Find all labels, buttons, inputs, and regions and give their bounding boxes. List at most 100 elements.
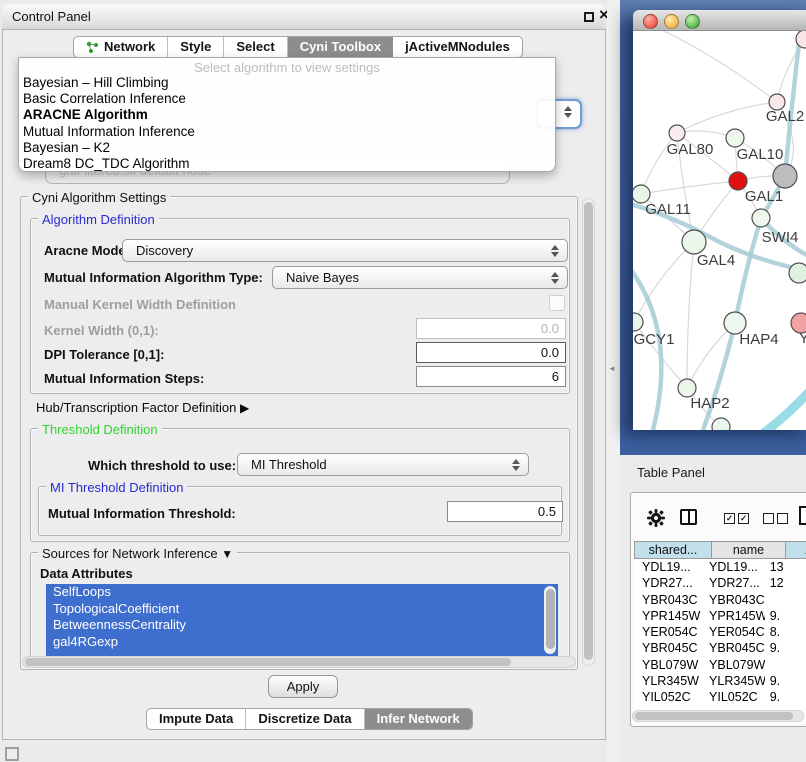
network-node[interactable] <box>669 125 685 141</box>
tab-impute-data[interactable]: Impute Data <box>147 709 246 729</box>
network-edge <box>758 381 806 430</box>
table-cell: YDR27... <box>634 575 701 591</box>
apply-button[interactable]: Apply <box>268 675 338 698</box>
tab-infer-network[interactable]: Infer Network <box>365 709 472 729</box>
tab-select[interactable]: Select <box>224 37 287 57</box>
algorithm-option[interactable]: Bayesian – K2 <box>19 140 555 156</box>
table-row[interactable]: YIL052CYIL052C9. <box>634 689 806 705</box>
network-node-label: Y <box>799 330 806 347</box>
table-cell: YDL19... <box>634 559 701 575</box>
tab-network[interactable]: Network <box>74 37 168 57</box>
aracne-mode-combo[interactable]: Discovery <box>122 239 568 262</box>
algorithm-option[interactable]: Basic Correlation Inference <box>19 91 555 107</box>
network-node[interactable] <box>633 313 643 331</box>
table-cell: YBR043C <box>634 592 701 608</box>
table-cell: 9. <box>765 608 806 624</box>
network-canvas[interactable]: GAL2GAL80GAL10GAL1GAL11SWI4GAL4GCY1HAP4Y… <box>633 31 806 430</box>
table-column-header[interactable]: name <box>712 541 786 559</box>
attribute-list-item[interactable]: BetweennessCentrality <box>46 617 558 634</box>
which-threshold-combo[interactable]: MI Threshold <box>237 453 529 476</box>
table-row[interactable]: YER054CYER054C8. <box>634 624 806 640</box>
hub-definition-expander[interactable]: Hub/Transcription Factor Definition ▶ <box>36 400 249 415</box>
control-panel-titlebar <box>2 4 606 30</box>
settings-hscroll-thumb[interactable] <box>25 658 511 666</box>
mi-threshold-group-title: MI Threshold Definition <box>46 480 187 495</box>
network-node[interactable] <box>726 129 744 147</box>
table-row[interactable]: YBR045CYBR045C9. <box>634 640 806 656</box>
bottom-corner-icon[interactable] <box>5 747 19 761</box>
export-table-icon[interactable] <box>799 506 806 525</box>
mi-algorithm-type-combo[interactable]: Naive Bayes <box>272 266 568 289</box>
algorithm-option[interactable]: Bayesian – Hill Climbing <box>19 75 555 91</box>
table-cell: YBR045C <box>701 640 765 656</box>
settings-vertical-scrollbar[interactable] <box>582 198 595 666</box>
network-node-label: HAP4 <box>739 331 778 348</box>
panel-splitter[interactable] <box>607 0 620 762</box>
mi-threshold-field[interactable]: 0.5 <box>447 501 563 522</box>
table-column-header[interactable]: A <box>786 541 806 559</box>
settings-vscroll-thumb[interactable] <box>584 202 593 660</box>
aracne-mode-value: Discovery <box>136 243 193 258</box>
control-panel-tabs: Network Style Select Cyni Toolbox jActiv… <box>73 36 523 58</box>
tab-jactivemnodules[interactable]: jActiveMNodules <box>393 37 522 57</box>
attribute-list-item[interactable]: SelfLoops <box>46 584 558 601</box>
checked-box-icon: ✓ <box>738 513 749 524</box>
sources-group-title[interactable]: Sources for Network Inference ▼ <box>38 546 237 561</box>
table-cell: YDL19... <box>701 559 765 575</box>
tab-style[interactable]: Style <box>168 37 224 57</box>
algorithm-option[interactable]: Dream8 DC_TDC Algorithm <box>19 156 555 172</box>
unchecked-box-icon <box>763 513 774 524</box>
network-node[interactable] <box>712 418 730 430</box>
network-node[interactable] <box>682 230 706 254</box>
combo-stepper-icon <box>512 458 520 472</box>
network-window-titlebar[interactable] <box>633 10 806 31</box>
zoom-traffic-light-icon[interactable] <box>685 14 700 29</box>
network-node[interactable] <box>773 164 797 188</box>
select-all-columns-icon[interactable]: ✓ ✓ <box>724 513 749 524</box>
attribute-list-item[interactable]: TopologicalCoefficient <box>46 601 558 618</box>
network-view-window: GAL2GAL80GAL10GAL1GAL11SWI4GAL4GCY1HAP4Y… <box>633 10 806 430</box>
expander-right-icon: ▶ <box>240 401 249 415</box>
attributes-scrollbar-thumb[interactable] <box>546 589 555 649</box>
table-header-row: shared...nameA <box>634 541 806 559</box>
attribute-list-item[interactable]: gal4RGexp <box>46 634 558 651</box>
table-cell: YIL052C <box>634 689 701 705</box>
tab-cyni-toolbox[interactable]: Cyni Toolbox <box>288 37 393 57</box>
close-traffic-light-icon[interactable] <box>643 14 658 29</box>
table-cell: 12 <box>765 575 806 591</box>
dpi-tolerance-field[interactable]: 0.0 <box>416 342 566 363</box>
table-column-header[interactable]: shared... <box>634 541 712 559</box>
algorithm-dropdown-items: Bayesian – Hill ClimbingBasic Correlatio… <box>19 75 555 172</box>
tab-discretize-data[interactable]: Discretize Data <box>246 709 364 729</box>
table-row[interactable]: YBL079WYBL079W <box>634 657 806 673</box>
minimize-traffic-light-icon[interactable] <box>664 14 679 29</box>
screen: { "colors": { "selected_tab_bg": "#8d8d8… <box>0 0 806 762</box>
table-row[interactable]: YLR345WYLR345W9. <box>634 673 806 689</box>
splitter-collapse-icon[interactable]: ◄ <box>608 364 616 373</box>
mi-algorithm-type-label: Mutual Information Algorithm Type: <box>44 270 263 285</box>
settings-horizontal-scrollbar[interactable] <box>22 656 576 668</box>
network-node[interactable] <box>752 209 770 227</box>
table-cell: 13 <box>765 559 806 575</box>
algorithm-option[interactable]: ARACNE Algorithm <box>19 107 555 123</box>
algorithm-option[interactable]: Mutual Information Inference <box>19 124 555 140</box>
network-node[interactable] <box>789 263 806 283</box>
network-edge <box>634 242 694 322</box>
table-hscroll-thumb[interactable] <box>635 712 793 720</box>
mi-steps-field[interactable]: 6 <box>416 366 566 387</box>
network-node-label: GCY1 <box>634 331 675 348</box>
gear-icon[interactable] <box>646 508 666 528</box>
manual-kernel-checkbox[interactable] <box>549 295 565 311</box>
table-row[interactable]: YDL19...YDL19...13 <box>634 559 806 575</box>
aracne-mode-label: Aracne Mode: <box>44 243 130 258</box>
table-row[interactable]: YDR27...YDR27...12 <box>634 575 806 591</box>
table-horizontal-scrollbar[interactable] <box>632 710 804 722</box>
table-row[interactable]: YPR145WYPR145W9. <box>634 608 806 624</box>
float-window-icon[interactable] <box>584 12 594 22</box>
table-body: YDL19...YDL19...13YDR27...YDR27...12YBR0… <box>634 559 806 709</box>
table-row[interactable]: YBR043CYBR043C <box>634 592 806 608</box>
kernel-width-label: Kernel Width (0,1): <box>44 323 159 338</box>
deselect-all-columns-icon[interactable] <box>763 513 788 524</box>
kernel-width-field[interactable]: 0.0 <box>416 318 566 339</box>
column-view-icon[interactable] <box>680 509 697 525</box>
